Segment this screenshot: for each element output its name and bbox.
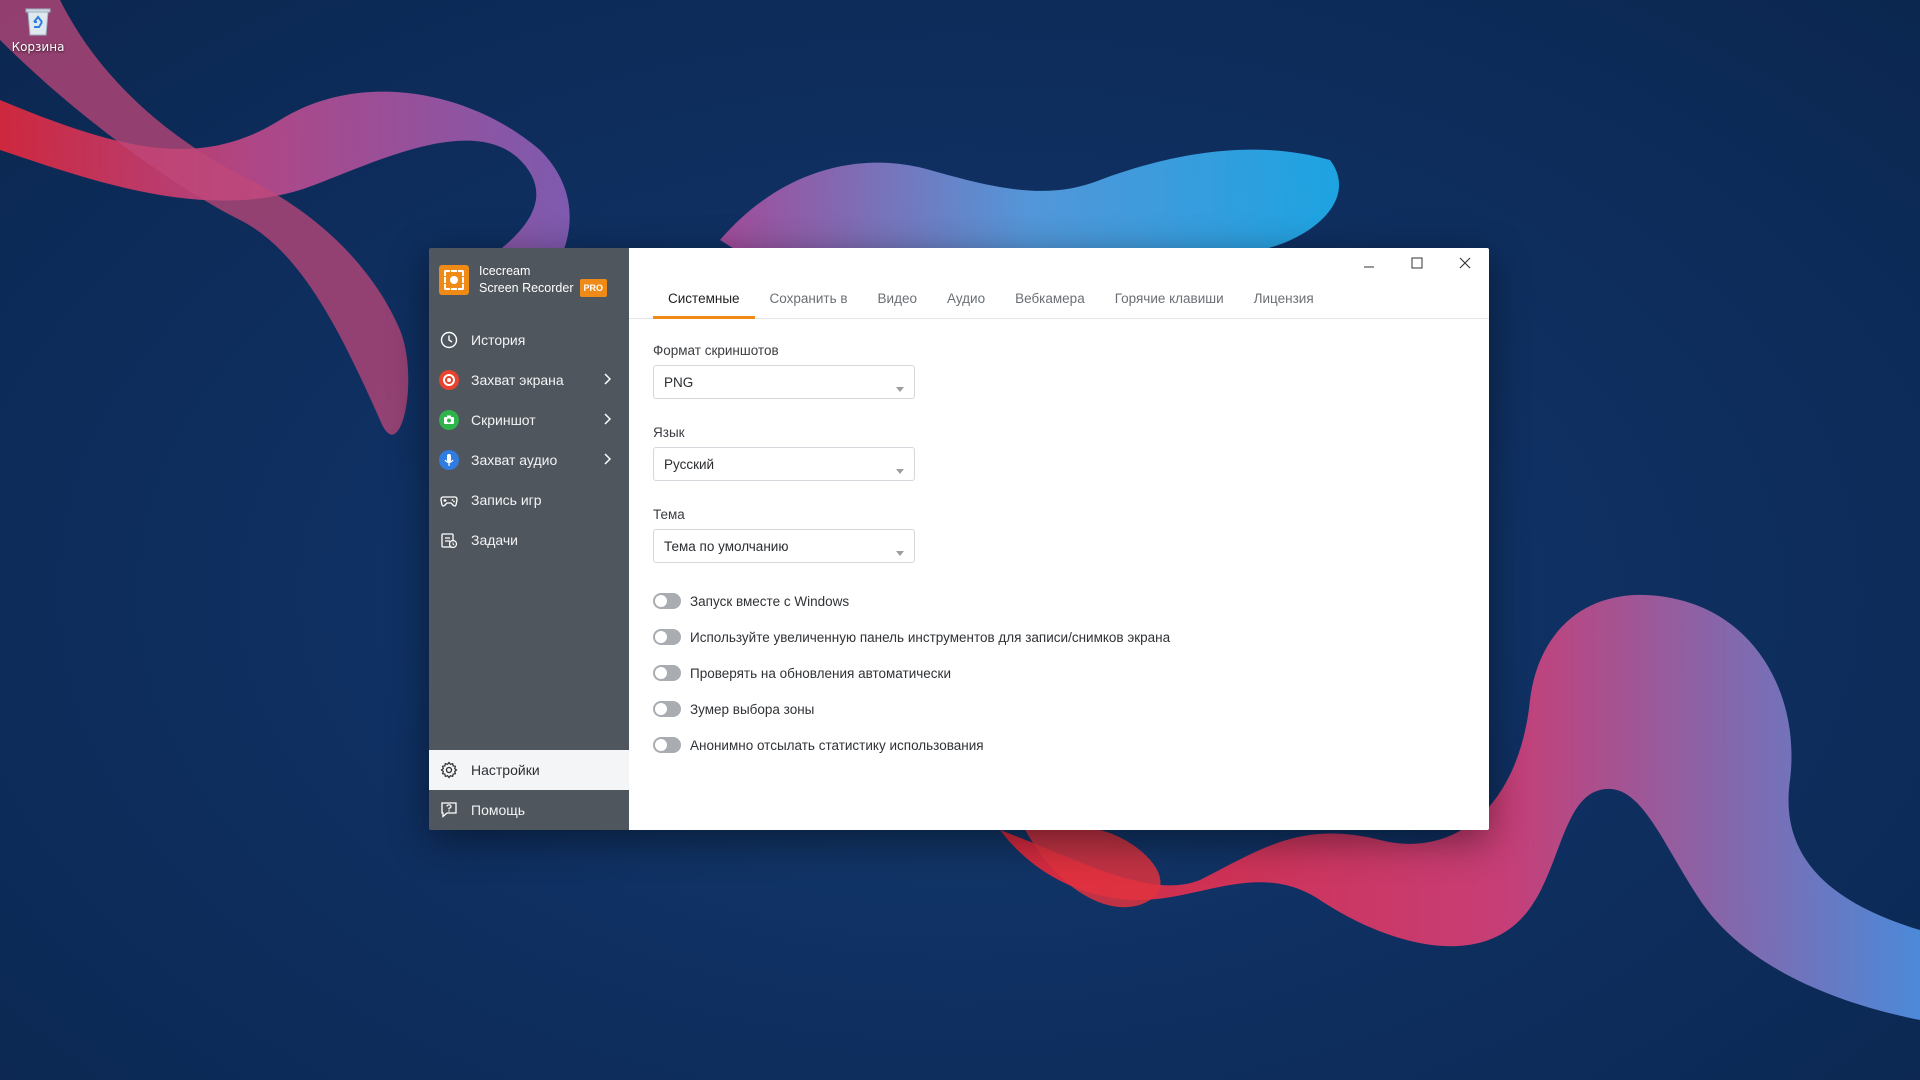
sidebar-item-label: Задачи	[471, 532, 519, 548]
select-value: Русский	[664, 456, 715, 472]
select-value: PNG	[664, 374, 694, 390]
sidebar-item-label: Запись игр	[471, 492, 542, 508]
toggle-list: Запуск вместе с Windows Используйте увел…	[653, 583, 1465, 763]
window-controls	[1345, 248, 1489, 278]
startup-toggle[interactable]	[653, 593, 681, 609]
minimize-button[interactable]	[1345, 248, 1393, 278]
sidebar-item-label: Захват аудио	[471, 452, 558, 468]
chevron-right-icon	[603, 452, 612, 468]
sidebar-item-label: Скриншот	[471, 412, 536, 428]
language-label: Язык	[653, 425, 685, 440]
tab-webcam[interactable]: Вебкамера	[1000, 278, 1100, 318]
sidebar-item-tasks[interactable]: Задачи	[429, 520, 629, 560]
auto-update-toggle[interactable]	[653, 665, 681, 681]
settings-content: Формат скриншотов PNG Язык Русский Тема …	[629, 319, 1489, 787]
toggle-row-auto-update: Проверять на обновления автоматически	[653, 655, 1465, 691]
gamepad-icon	[439, 490, 459, 510]
theme-label: Тема	[653, 507, 685, 522]
toggle-row-zone-zoom: Зумер выбора зоны	[653, 691, 1465, 727]
sidebar-item-label: Помощь	[471, 802, 526, 818]
brand-line2: Screen Recorder	[479, 281, 574, 295]
anonymous-stats-toggle[interactable]	[653, 737, 681, 753]
sidebar-item-label: Захват экрана	[471, 372, 564, 388]
sidebar: Icecream Screen Recorder PRO История Захв…	[429, 248, 629, 830]
tab-video[interactable]: Видео	[863, 278, 932, 318]
toggle-label: Проверять на обновления автоматически	[690, 665, 951, 681]
screenshot-format-select[interactable]: PNG	[653, 365, 915, 399]
tab-audio[interactable]: Аудио	[932, 278, 1000, 318]
chevron-down-icon	[896, 380, 904, 395]
pro-badge: PRO	[579, 279, 608, 297]
brand-line1: Icecream	[479, 264, 531, 278]
sidebar-item-game-recording[interactable]: Запись игр	[429, 480, 629, 520]
tab-system[interactable]: Системные	[653, 278, 755, 319]
maximize-button[interactable]	[1393, 248, 1441, 278]
help-icon	[439, 800, 459, 820]
sidebar-item-label: История	[471, 332, 526, 348]
sidebar-bottom: Настройки Помощь	[429, 750, 629, 830]
chevron-right-icon	[603, 412, 612, 428]
sidebar-item-screenshot[interactable]: Скриншот	[429, 400, 629, 440]
sidebar-item-screen-capture[interactable]: Захват экрана	[429, 360, 629, 400]
app-window: Icecream Screen Recorder PRO История Захв…	[429, 248, 1489, 830]
tab-license[interactable]: Лицензия	[1239, 278, 1329, 318]
sidebar-item-audio-capture[interactable]: Захват аудио	[429, 440, 629, 480]
brand-text: Icecream Screen Recorder PRO	[479, 263, 608, 297]
maximize-icon	[1411, 257, 1423, 269]
minimize-icon	[1364, 266, 1374, 268]
toggle-row-startup: Запуск вместе с Windows	[653, 583, 1465, 619]
toggle-label: Запуск вместе с Windows	[690, 593, 850, 609]
app-logo-icon	[439, 265, 469, 295]
chevron-right-icon	[603, 372, 612, 388]
zone-zoom-toggle[interactable]	[653, 701, 681, 717]
large-toolbar-toggle[interactable]	[653, 629, 681, 645]
camera-icon	[439, 410, 459, 430]
clock-icon	[439, 330, 459, 350]
sidebar-item-history[interactable]: История	[429, 320, 629, 360]
toggle-row-anonymous-stats: Анонимно отсылать статистику использован…	[653, 727, 1465, 763]
theme-select[interactable]: Тема по умолчанию	[653, 529, 915, 563]
close-icon	[1459, 257, 1471, 269]
microphone-icon	[439, 450, 459, 470]
record-icon	[439, 370, 459, 390]
toggle-label: Используйте увеличенную панель инструмен…	[690, 629, 1171, 645]
recycle-bin-shortcut[interactable]: Корзина	[10, 6, 66, 54]
language-select[interactable]: Русский	[653, 447, 915, 481]
chevron-down-icon	[896, 462, 904, 477]
settings-tabs: Системные Сохранить в Видео Аудио Вебкам…	[629, 278, 1489, 319]
gear-icon	[439, 760, 459, 780]
close-button[interactable]	[1441, 248, 1489, 278]
brand: Icecream Screen Recorder PRO	[429, 248, 629, 312]
sidebar-nav: История Захват экрана Скриншот Захват ау…	[429, 320, 629, 560]
screenshot-format-label: Формат скриншотов	[653, 343, 779, 358]
select-value: Тема по умолчанию	[664, 538, 789, 554]
sidebar-item-help[interactable]: Помощь	[429, 790, 629, 830]
tab-save-to[interactable]: Сохранить в	[755, 278, 863, 318]
chevron-down-icon	[896, 544, 904, 559]
sidebar-item-settings[interactable]: Настройки	[429, 750, 629, 790]
toggle-label: Анонимно отсылать статистику использован…	[690, 737, 984, 753]
sidebar-item-label: Настройки	[471, 762, 540, 778]
recycle-bin-icon	[25, 6, 51, 36]
tab-hotkeys[interactable]: Горячие клавиши	[1100, 278, 1239, 318]
toggle-label: Зумер выбора зоны	[690, 701, 815, 717]
tasks-icon	[439, 530, 459, 550]
toggle-row-large-toolbar: Используйте увеличенную панель инструмен…	[653, 619, 1465, 655]
settings-panel: Системные Сохранить в Видео Аудио Вебкам…	[629, 248, 1489, 830]
recycle-bin-label: Корзина	[11, 40, 65, 54]
